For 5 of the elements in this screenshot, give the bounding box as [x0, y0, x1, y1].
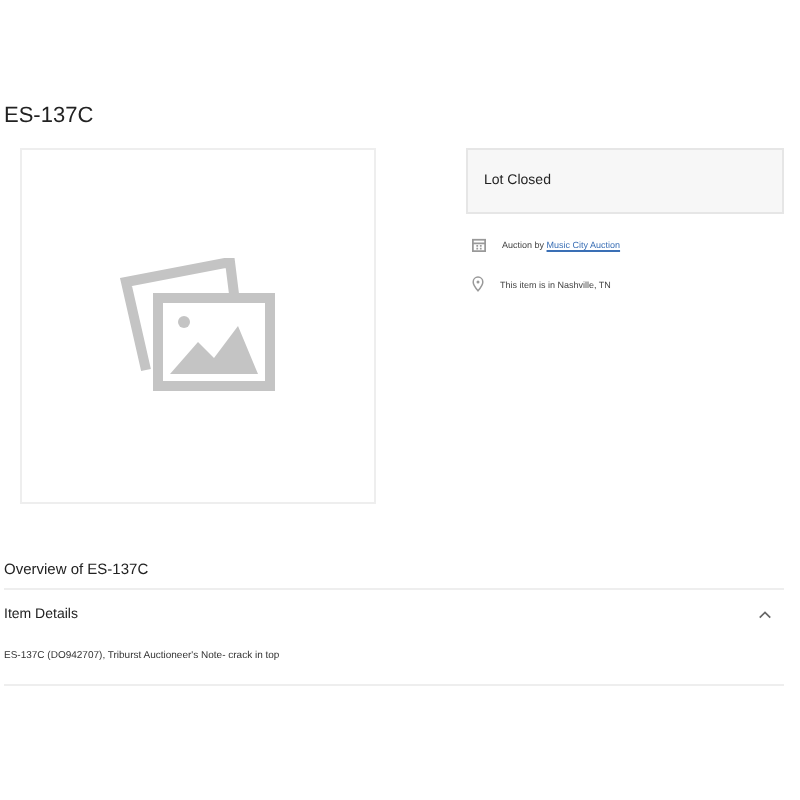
- image-placeholder-icon: [118, 258, 278, 394]
- chevron-icon[interactable]: [758, 610, 772, 620]
- lot-title: ES-137C: [4, 104, 96, 128]
- calendar-icon: [472, 238, 486, 252]
- location-pin-icon: [472, 276, 484, 292]
